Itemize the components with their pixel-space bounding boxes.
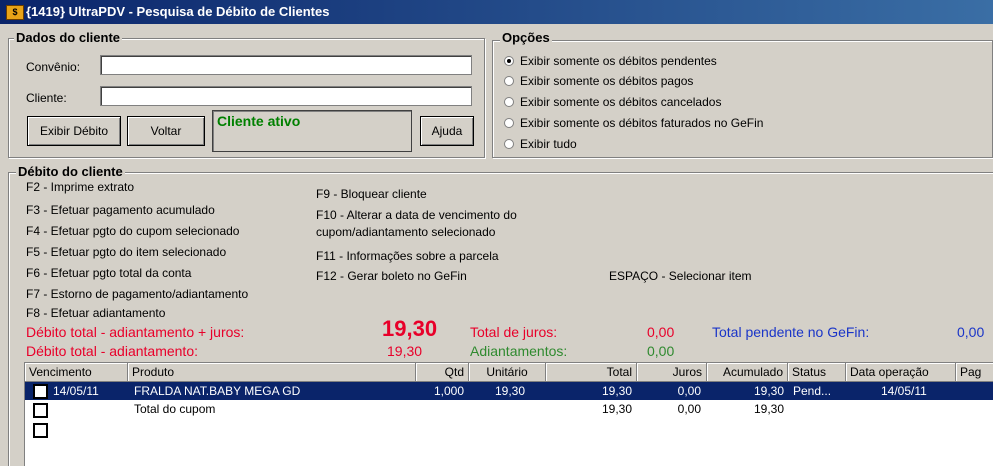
col-header-qtd[interactable]: Qtd: [416, 363, 469, 382]
debito-label: Débito total - adiantamento:: [26, 343, 198, 359]
debito-value: 19,30: [387, 343, 423, 359]
debito-table[interactable]: Vencimento Produto Qtd Unitário Total Ju…: [24, 362, 993, 466]
radio-cancelados[interactable]: Exibir somente os débitos cancelados: [504, 93, 721, 111]
shortcut-f6: F6 - Efetuar pgto total da conta: [26, 266, 192, 280]
title-bar: $ {1419} UltraPDV - Pesquisa de Débito d…: [0, 0, 993, 24]
cell-qtd: 1,000: [433, 384, 464, 398]
table-row[interactable]: [25, 418, 993, 438]
row-checkbox[interactable]: [33, 384, 48, 399]
shortcut-f10: F10 - Alterar a data de vencimento do: [316, 208, 517, 222]
debito-cliente-legend: Débito do cliente: [16, 164, 125, 179]
exibir-debito-button[interactable]: Exibir Débito: [27, 116, 121, 146]
col-header-pag[interactable]: Pag: [956, 363, 993, 382]
cliente-label: Cliente:: [26, 91, 67, 105]
col-header-produto[interactable]: Produto: [128, 363, 416, 382]
shortcut-f8: F8 - Efetuar adiantamento: [26, 306, 166, 320]
radio-exibir-tudo[interactable]: Exibir tudo: [504, 135, 577, 153]
juros-value: 0,00: [647, 324, 675, 340]
col-header-vencimento[interactable]: Vencimento: [25, 363, 128, 382]
radio-label: Exibir somente os débitos pendentes: [520, 54, 717, 68]
col-header-unitario[interactable]: Unitário: [469, 363, 546, 382]
shortcut-f10-cont: cupom/adiantamento selecionado: [316, 225, 496, 239]
shortcut-f2: F2 - Imprime extrato: [26, 180, 135, 194]
col-header-juros[interactable]: Juros: [637, 363, 707, 382]
table-row[interactable]: Total do cupom 19,30 0,00 19,30: [25, 400, 993, 418]
ajuda-button[interactable]: Ajuda: [420, 116, 474, 146]
cell-juros: 0,00: [677, 384, 701, 398]
shortcut-f9: F9 - Bloquear cliente: [316, 187, 427, 201]
radio-label: Exibir somente os débitos cancelados: [520, 95, 722, 109]
radio-faturados-gefin[interactable]: Exibir somente os débitos faturados no G…: [504, 114, 763, 132]
cell-vencimento: 14/05/11: [53, 384, 99, 398]
row-checkbox[interactable]: [33, 403, 48, 418]
gefin-label: Total pendente no GeFin:: [712, 324, 870, 340]
cell-produto: FRALDA NAT.BABY MEGA GD: [134, 384, 301, 398]
radio-icon: [504, 76, 514, 86]
adiantamentos-value: 0,00: [647, 343, 675, 359]
shortcut-f12: F12 - Gerar boleto no GeFin: [316, 269, 467, 283]
cell-acumulado: 19,30: [753, 402, 784, 416]
shortcut-f5: F5 - Efetuar pgto do item selecionado: [26, 245, 227, 259]
radio-pendentes[interactable]: Exibir somente os débitos pendentes: [504, 52, 717, 70]
radio-label: Exibir tudo: [520, 137, 577, 151]
cell-data-operacao: 14/05/11: [881, 384, 927, 398]
dados-cliente-legend: Dados do cliente: [14, 30, 123, 45]
cell-unitario: 19,30: [494, 384, 525, 398]
shortcut-f11: F11 - Informações sobre a parcela: [316, 249, 499, 263]
col-header-acumulado[interactable]: Acumulado: [707, 363, 788, 382]
radio-pagos[interactable]: Exibir somente os débitos pagos: [504, 72, 693, 90]
row-checkbox[interactable]: [33, 423, 48, 438]
radio-icon: [504, 118, 514, 128]
cell-acumulado: 19,30: [753, 384, 784, 398]
cliente-input[interactable]: [100, 86, 472, 106]
table-row[interactable]: 14/05/11 FRALDA NAT.BABY MEGA GD 1,000 1…: [25, 382, 993, 400]
cell-status: Pend...: [793, 384, 832, 398]
convenio-input[interactable]: [100, 55, 472, 75]
debito-juros-label: Débito total - adiantamento + juros:: [26, 324, 245, 340]
shortcut-f3: F3 - Efetuar pagamento acumulado: [26, 203, 215, 217]
shortcut-espaco: ESPAÇO - Selecionar item: [609, 269, 752, 283]
debito-juros-value: 19,30: [382, 316, 438, 341]
gefin-value: 0,00: [957, 324, 985, 340]
cell-juros: 0,00: [677, 402, 701, 416]
window-title: {1419} UltraPDV - Pesquisa de Débito de …: [26, 4, 330, 19]
col-header-status[interactable]: Status: [788, 363, 846, 382]
opcoes-legend: Opções: [500, 30, 552, 45]
shortcut-f4: F4 - Efetuar pgto do cupom selecionado: [26, 224, 240, 238]
col-header-data-operacao[interactable]: Data operação: [846, 363, 956, 382]
cell-produto: Total do cupom: [134, 402, 216, 416]
radio-icon: [504, 139, 514, 149]
voltar-button[interactable]: Voltar: [127, 116, 205, 146]
juros-label: Total de juros:: [470, 324, 558, 340]
adiantamentos-label: Adiantamentos:: [470, 343, 568, 359]
cell-total: 19,30: [601, 402, 632, 416]
radio-selected-icon: [504, 56, 514, 66]
cell-total: 19,30: [601, 384, 632, 398]
radio-label: Exibir somente os débitos pagos: [520, 74, 694, 88]
client-status-box: Cliente ativo: [212, 110, 412, 152]
radio-label: Exibir somente os débitos faturados no G…: [520, 116, 764, 130]
app-icon: $: [6, 5, 24, 20]
convenio-label: Convênio:: [26, 60, 81, 74]
radio-icon: [504, 97, 514, 107]
shortcut-f7: F7 - Estorno de pagamento/adiantamento: [26, 287, 249, 301]
col-header-total[interactable]: Total: [546, 363, 637, 382]
